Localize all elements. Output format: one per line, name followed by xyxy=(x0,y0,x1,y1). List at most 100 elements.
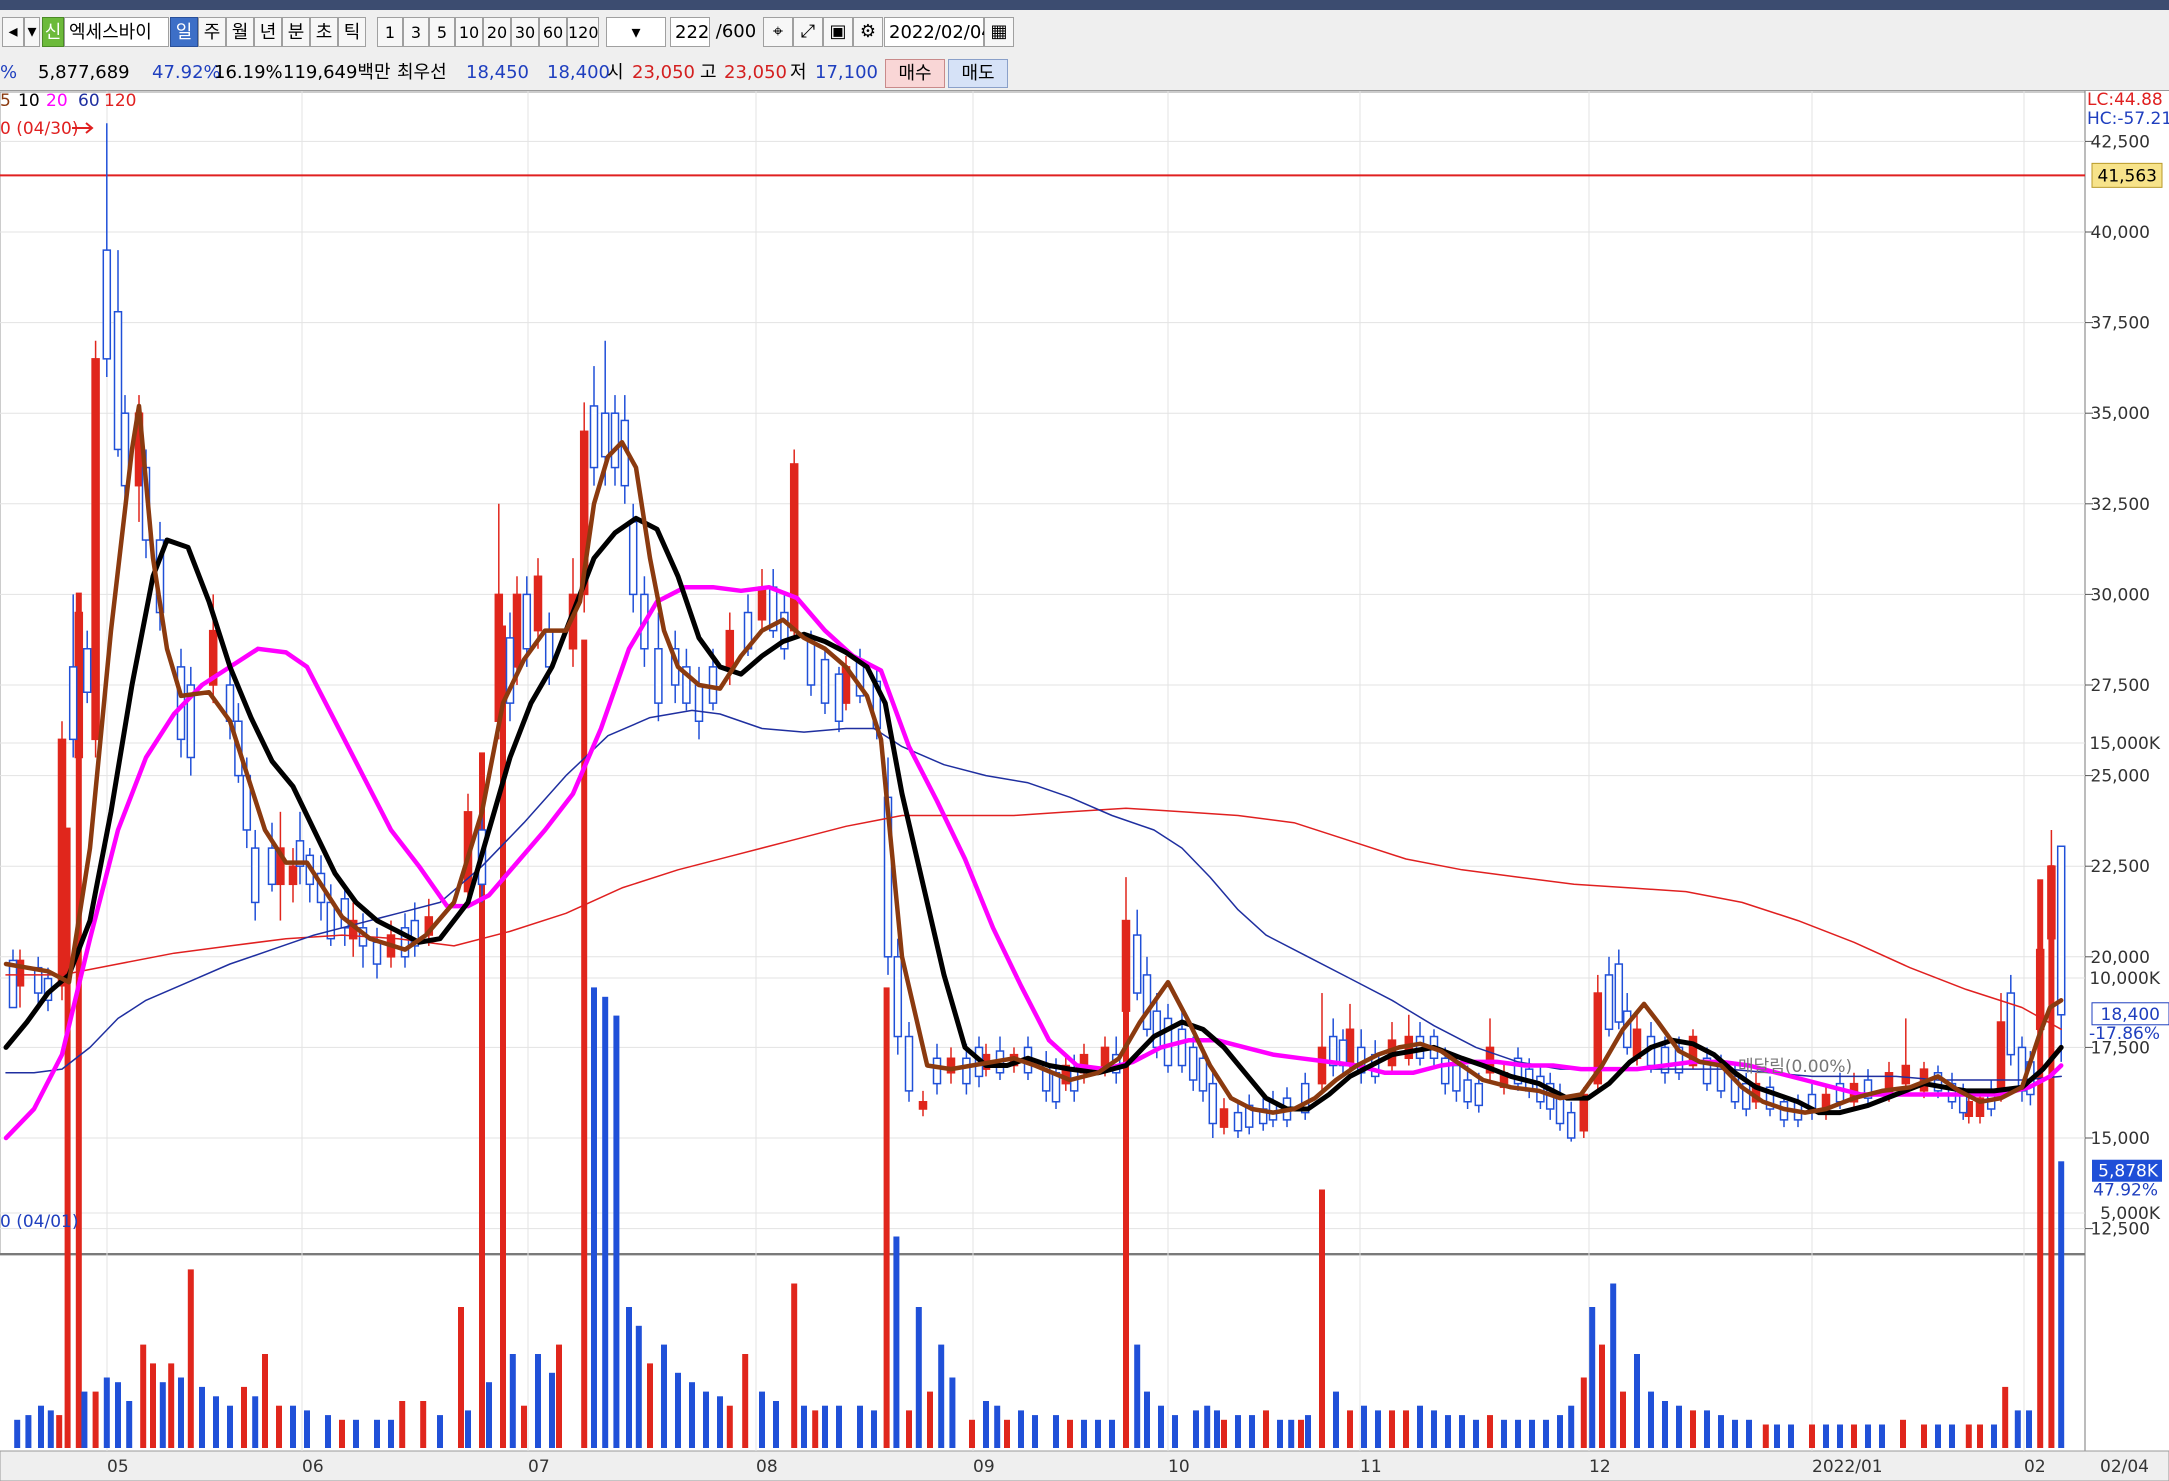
count-input[interactable]: 222 xyxy=(670,17,710,47)
volume-bar-up xyxy=(140,1344,147,1448)
volume-bar-down xyxy=(1589,1307,1596,1448)
volume-bar-down xyxy=(857,1405,863,1448)
ma10-line xyxy=(3,515,2064,1116)
volume-bar-up xyxy=(969,1419,975,1448)
down-candle-body xyxy=(694,684,704,722)
volume-bar-down xyxy=(1277,1419,1283,1448)
volume-ratio: 47.92% xyxy=(152,62,221,83)
volume-bar-down xyxy=(1431,1410,1437,1448)
volume-bar-down xyxy=(1676,1405,1682,1448)
interval-button[interactable]: 3 xyxy=(403,17,429,47)
current-price-label: 18,400 xyxy=(2101,1005,2160,1025)
period-button[interactable]: 초 xyxy=(310,17,338,47)
volume-bar-up xyxy=(1004,1419,1010,1448)
volume-bar-down xyxy=(126,1401,133,1448)
up-candle-body xyxy=(1219,1108,1229,1128)
volume-bar-down xyxy=(199,1386,205,1448)
period-button[interactable]: 분 xyxy=(282,17,310,47)
period-button[interactable]: 주 xyxy=(198,17,226,47)
interval-button[interactable]: 120 xyxy=(567,17,599,47)
save-icon[interactable]: ▣ xyxy=(823,17,853,47)
down-candle-body xyxy=(267,847,277,886)
high-label: 고 xyxy=(700,62,717,83)
volume-bar-down xyxy=(290,1405,296,1448)
interval-dropdown[interactable]: ▾ xyxy=(606,17,666,47)
volume-bar-down xyxy=(1648,1391,1654,1448)
x-tick-label: 2022/01 xyxy=(1812,1457,1883,1477)
volume-bar-down xyxy=(801,1405,807,1448)
volume-bar-down xyxy=(1718,1415,1724,1448)
gear-icon[interactable]: ⚙ xyxy=(853,17,883,47)
x-tick-label: 06 xyxy=(302,1457,324,1477)
price-tick-label: 37,500 xyxy=(2091,314,2150,334)
lc-label: LC:44.88 xyxy=(2087,91,2163,110)
volume-bar-down xyxy=(1249,1415,1255,1448)
down-candle-body xyxy=(1208,1082,1218,1125)
stock-chart[interactable]: 12,50015,00017,50020,00022,50025,00027,5… xyxy=(0,91,2169,1481)
volume-value: 5,877,689 xyxy=(38,62,130,83)
down-candle-body xyxy=(1604,974,1614,1031)
interval-button[interactable]: 1 xyxy=(377,17,403,47)
volume-bar-down xyxy=(227,1405,233,1448)
interval-button[interactable]: 10 xyxy=(455,17,483,47)
volume-bar-up xyxy=(187,1269,194,1448)
volume-bar-down xyxy=(1543,1419,1549,1448)
volume-bar-down xyxy=(325,1415,331,1448)
interval-button[interactable]: 20 xyxy=(483,17,511,47)
interval-button[interactable]: 5 xyxy=(429,17,455,47)
volume-bar-down xyxy=(1109,1419,1115,1448)
volume-bar-down xyxy=(773,1401,779,1448)
volume-bar-down xyxy=(1459,1415,1465,1448)
chart-toolbar: ◂ ▾ 신 엑세스바이 ▾ 222 /600 ⌖ ⤢ ▣ ⚙ 2022/02/0… xyxy=(0,10,2169,91)
new-badge[interactable]: 신 xyxy=(42,17,64,47)
down-candle-body xyxy=(2056,845,2066,1016)
down-candle-body xyxy=(904,1035,914,1092)
period-button[interactable]: 틱 xyxy=(338,17,366,47)
volume-bar-down xyxy=(437,1415,443,1448)
prev-arrow-icon[interactable]: ◂ xyxy=(2,17,24,47)
volume-bar-down xyxy=(1732,1419,1738,1448)
down-candle-body xyxy=(1958,1093,1968,1114)
period-button[interactable]: 월 xyxy=(226,17,254,47)
price-tick-label: 27,500 xyxy=(2091,676,2150,696)
dropdown-icon[interactable]: ▾ xyxy=(24,17,40,47)
up-candle-body xyxy=(757,586,767,621)
volume-bar-down xyxy=(2058,1161,2065,1448)
volume-bar-up xyxy=(556,1344,562,1448)
down-candle-body xyxy=(893,956,903,1038)
volume-bar-down xyxy=(591,987,597,1448)
calendar-icon[interactable]: ▦ xyxy=(984,17,1014,47)
interval-button[interactable]: 60 xyxy=(539,17,567,47)
buy-button[interactable]: 매수 xyxy=(885,59,945,88)
up-candle-body xyxy=(1317,1046,1327,1085)
volume-bar-down xyxy=(1445,1415,1451,1448)
volume-bar-up xyxy=(1403,1410,1409,1448)
volume-bar-up xyxy=(521,1405,527,1448)
zoom-icon[interactable]: ⤢ xyxy=(793,17,823,47)
volume-bar-up xyxy=(812,1410,819,1448)
volume-bar-down xyxy=(1134,1344,1141,1448)
crosshair-icon[interactable]: ⌖ xyxy=(763,17,793,47)
period-button[interactable]: 일 xyxy=(170,17,198,47)
volume-bar-down xyxy=(81,1391,88,1448)
window-title-bar xyxy=(0,0,2169,10)
volume-bar-up xyxy=(1347,1410,1353,1448)
interval-button[interactable]: 30 xyxy=(511,17,539,47)
down-candle-body xyxy=(522,593,532,650)
volume-bar-down xyxy=(1501,1419,1507,1448)
ma-legend-label: 120 xyxy=(104,91,136,111)
volume-bar-down xyxy=(1634,1354,1640,1448)
date-input[interactable]: 2022/02/04 xyxy=(884,17,993,47)
volume-bar-down xyxy=(1746,1419,1752,1448)
volume-bar-down xyxy=(509,1354,516,1448)
volume-bar-down xyxy=(994,1405,1001,1448)
hline-value-label: 41,563 xyxy=(2098,166,2157,186)
stock-name-input[interactable]: 엑세스바이 xyxy=(64,17,169,47)
period-button[interactable]: 년 xyxy=(254,17,282,47)
volume-bar-up xyxy=(1599,1344,1605,1448)
down-candle-body xyxy=(82,648,92,693)
sell-button[interactable]: 매도 xyxy=(948,59,1008,88)
down-candle-body xyxy=(1463,1079,1472,1103)
volume-bar-down xyxy=(2014,1410,2021,1448)
price-tick-label: 20,000 xyxy=(2091,948,2150,968)
